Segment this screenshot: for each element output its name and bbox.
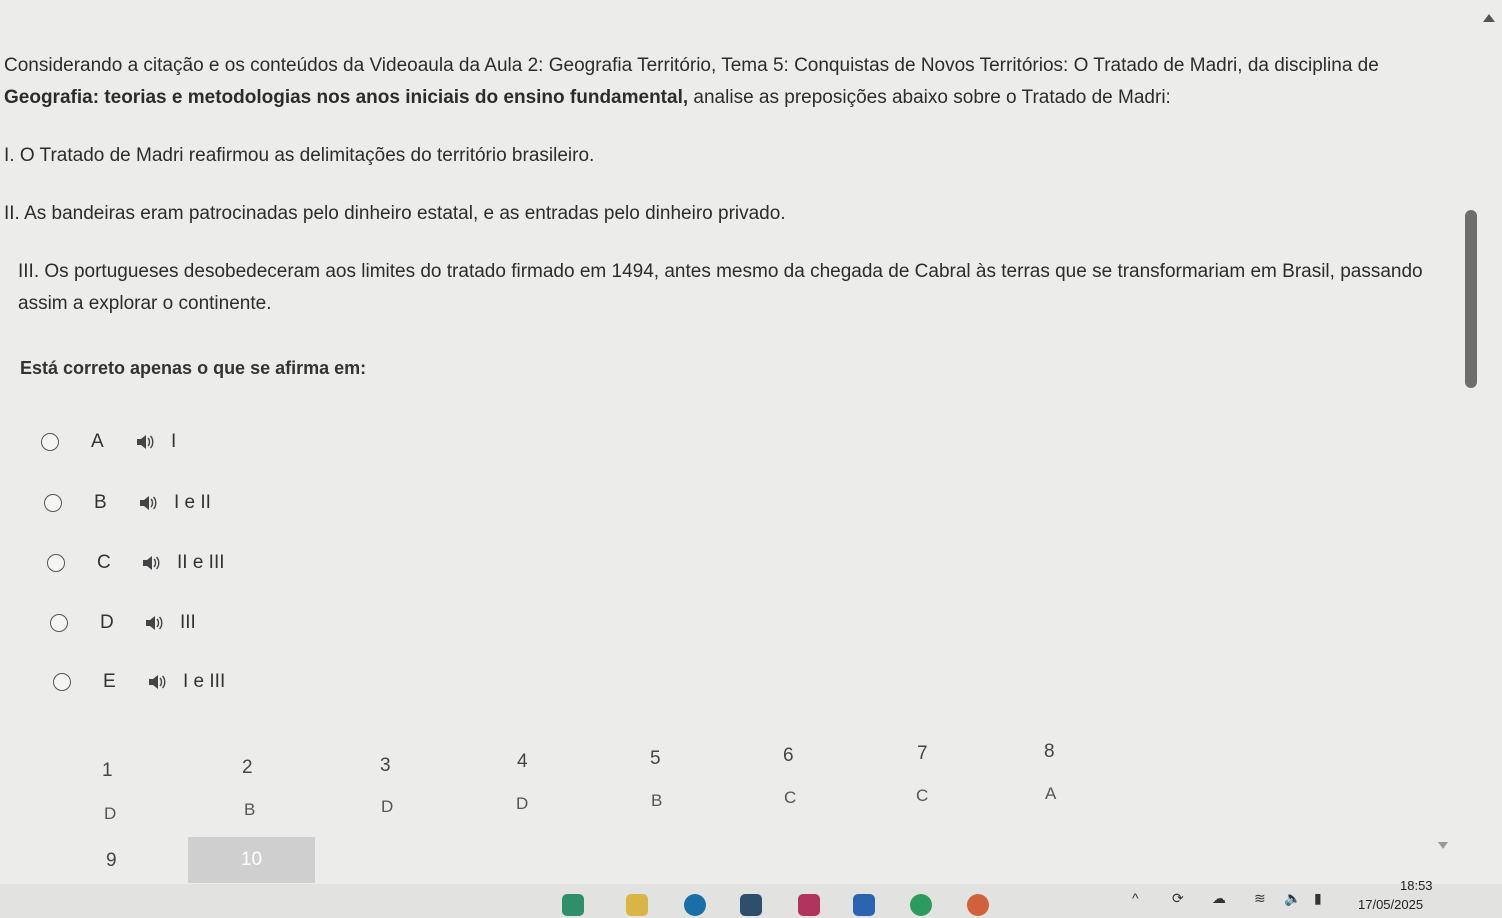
outlook-icon[interactable] xyxy=(853,894,875,916)
nav-question-9[interactable]: 9 xyxy=(106,850,117,872)
nav-question-5[interactable]: 5 xyxy=(650,748,661,770)
option-a[interactable]: A I xyxy=(41,428,176,456)
question-intro-text-end: analise as preposições abaixo sobre o Tr… xyxy=(688,87,1171,108)
folder-icon[interactable] xyxy=(626,894,648,916)
nav-answer-6: C xyxy=(784,788,797,807)
nav-question-6[interactable]: 6 xyxy=(783,745,794,767)
question-intro-text: Considerando a citação e os conteúdos da… xyxy=(4,55,1379,76)
wifi-icon[interactable]: ≋ xyxy=(1254,890,1266,907)
nav-answer-5: B xyxy=(651,791,663,810)
option-e[interactable]: E I e III xyxy=(53,668,225,696)
question-intro: Considerando a citação e os conteúdos da… xyxy=(4,50,1424,114)
scrollbar-thumb[interactable] xyxy=(1465,210,1477,388)
speaker-icon[interactable] xyxy=(138,495,158,511)
radio-button[interactable] xyxy=(47,554,65,572)
nav-question-10-active[interactable]: 10 xyxy=(188,837,315,883)
volume-icon[interactable]: 🔈 xyxy=(1284,890,1301,907)
option-letter: C xyxy=(97,552,111,573)
speaker-icon[interactable] xyxy=(144,615,164,631)
nav-answer-3: D xyxy=(381,797,394,816)
sync-icon[interactable]: ⟳ xyxy=(1172,890,1184,907)
option-text: I xyxy=(171,431,177,452)
battery-icon[interactable]: ▮ xyxy=(1314,890,1322,907)
nav-question-8[interactable]: 8 xyxy=(1044,741,1055,763)
question-block: Considerando a citação e os conteúdos da… xyxy=(4,50,1424,346)
option-letter: B xyxy=(94,492,107,513)
nav-question-1[interactable]: 1 xyxy=(102,760,113,782)
radio-button[interactable] xyxy=(41,433,59,451)
cloud-icon[interactable]: ☁ xyxy=(1212,890,1226,907)
statement-3: III. Os portugueses desobedeceram aos li… xyxy=(18,261,1423,314)
scroll-down-icon[interactable] xyxy=(1438,842,1448,849)
taskbar-app-icon-4[interactable] xyxy=(910,894,932,916)
statement-2: II. As bandeiras eram patrocinadas pelo … xyxy=(4,203,786,224)
speaker-icon[interactable] xyxy=(141,555,161,571)
option-d[interactable]: D III xyxy=(50,609,196,637)
nav-answer-1: D xyxy=(104,804,117,823)
nav-question-7[interactable]: 7 xyxy=(917,743,928,765)
chrome-icon[interactable] xyxy=(967,894,989,916)
option-letter: D xyxy=(100,612,114,633)
speaker-icon[interactable] xyxy=(135,434,155,450)
nav-question-10-label: 10 xyxy=(240,849,263,870)
nav-answer-7: C xyxy=(916,786,929,805)
option-letter: E xyxy=(103,671,116,692)
speaker-icon[interactable] xyxy=(147,674,167,690)
nav-question-4[interactable]: 4 xyxy=(517,751,528,773)
nav-answer-4: D xyxy=(516,794,529,813)
option-text: II e III xyxy=(177,552,225,573)
option-letter: A xyxy=(91,431,104,452)
taskbar-app-icon-2[interactable] xyxy=(740,894,762,916)
discipline-name: Geografia: teorias e metodologias nos an… xyxy=(4,87,689,108)
option-text: III xyxy=(180,612,196,633)
statement-1: I. O Tratado de Madri reafirmou as delim… xyxy=(4,145,595,166)
option-b[interactable]: B I e II xyxy=(44,489,211,517)
nav-answer-2: B xyxy=(244,800,256,819)
chevron-up-icon[interactable]: ^ xyxy=(1132,890,1139,906)
radio-button[interactable] xyxy=(50,614,68,632)
option-c[interactable]: C II e III xyxy=(47,549,225,577)
nav-answer-8: A xyxy=(1045,784,1057,803)
question-prompt: Está correto apenas o que se afirma em: xyxy=(20,358,367,378)
radio-button[interactable] xyxy=(44,494,62,512)
option-text: I e III xyxy=(183,671,226,692)
radio-button[interactable] xyxy=(53,673,71,691)
option-text: I e II xyxy=(174,492,211,513)
edge-icon[interactable] xyxy=(684,894,706,916)
scroll-up-icon[interactable] xyxy=(1483,14,1495,22)
clock-date[interactable]: 17/05/2025 xyxy=(1358,897,1423,912)
taskbar-app-icon-3[interactable] xyxy=(798,894,820,916)
clock-time[interactable]: 18:53 xyxy=(1400,878,1433,893)
nav-question-2[interactable]: 2 xyxy=(242,757,253,779)
nav-question-3[interactable]: 3 xyxy=(380,755,391,777)
taskbar-app-icon[interactable] xyxy=(562,894,584,916)
